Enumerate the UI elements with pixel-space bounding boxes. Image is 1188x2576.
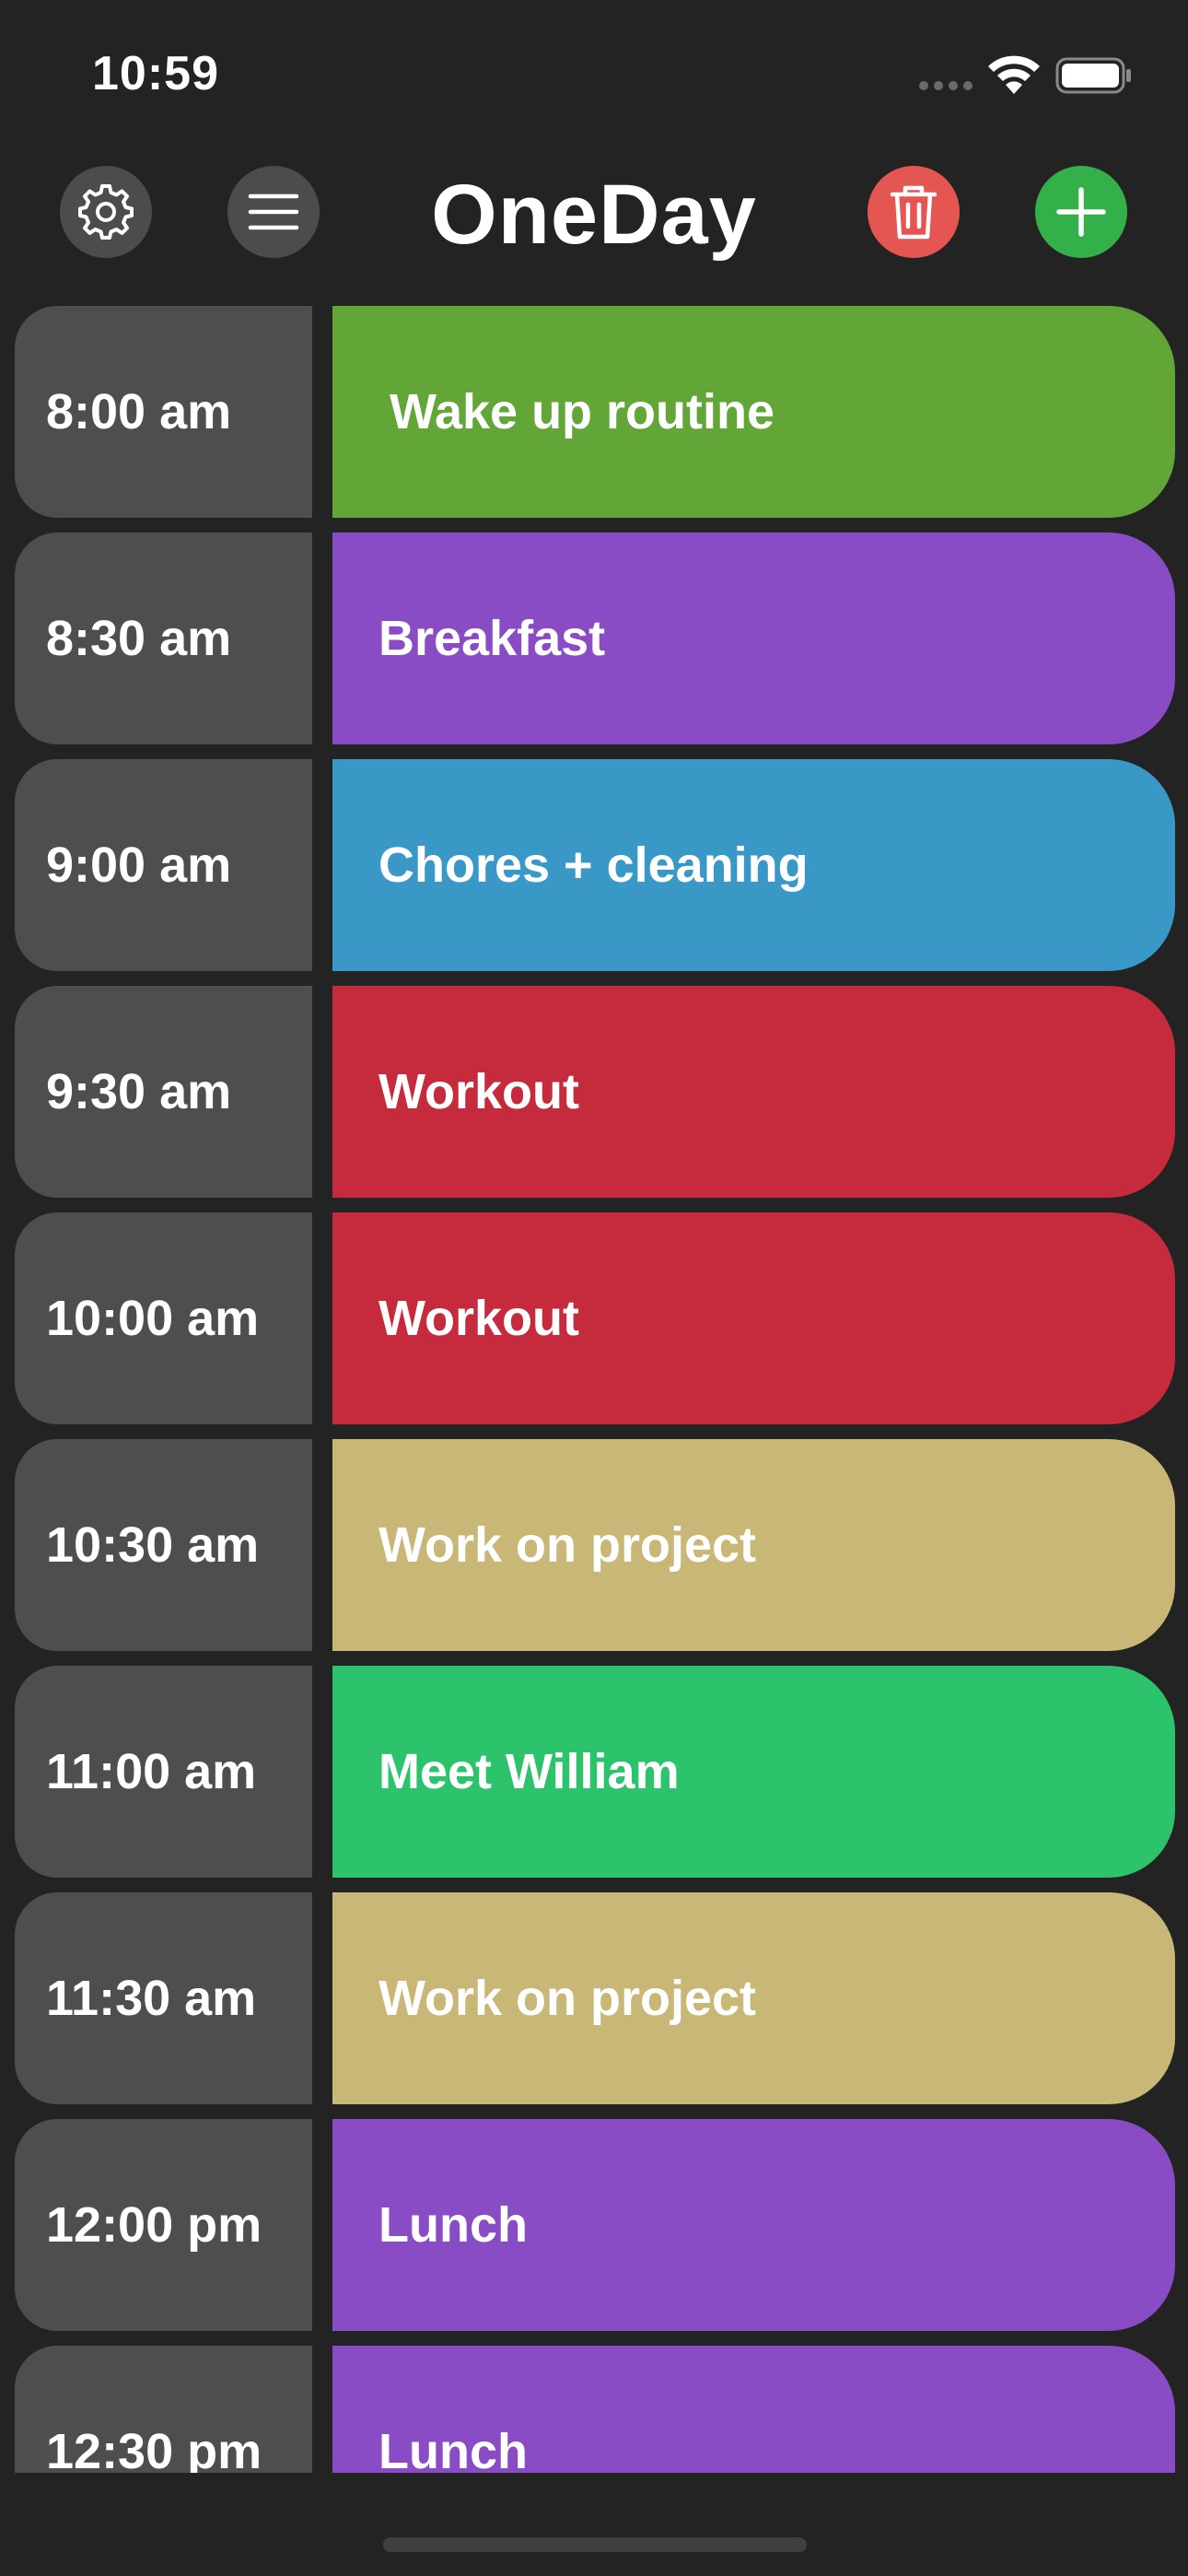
- app-header: OneDay: [0, 161, 1188, 263]
- event-block[interactable]: Workout: [332, 1212, 1175, 1424]
- schedule-row[interactable]: 8:30 am Breakfast: [15, 533, 1175, 744]
- time-slot: 10:30 am: [15, 1439, 312, 1651]
- time-slot: 11:30 am: [15, 1892, 312, 2104]
- time-slot: 8:00 am: [15, 306, 312, 518]
- hamburger-menu-icon: [248, 193, 299, 230]
- event-block[interactable]: Chores + cleaning: [332, 759, 1175, 971]
- schedule-row[interactable]: 11:00 am Meet William: [15, 1666, 1175, 1878]
- settings-button[interactable]: [60, 166, 152, 258]
- wifi-icon: [988, 55, 1040, 94]
- add-button[interactable]: [1035, 166, 1127, 258]
- schedule-row[interactable]: 11:30 am Work on project: [15, 1892, 1175, 2104]
- delete-button[interactable]: [868, 166, 960, 258]
- event-block[interactable]: Meet William: [332, 1666, 1175, 1878]
- app-title: OneDay: [431, 168, 757, 262]
- status-time: 10:59: [92, 47, 219, 100]
- time-slot: 12:30 pm: [15, 2346, 312, 2473]
- cellular-signal-icon: [919, 81, 973, 90]
- event-block[interactable]: Lunch: [332, 2119, 1175, 2331]
- schedule-row[interactable]: 10:30 am Work on project: [15, 1439, 1175, 1651]
- schedule-list[interactable]: 8:00 am Wake up routine 8:30 am Breakfast 9:…: [0, 306, 1188, 2473]
- gear-icon: [78, 184, 134, 240]
- schedule-row[interactable]: 9:00 am Chores + cleaning: [15, 759, 1175, 971]
- schedule-row[interactable]: 8:00 am Wake up routine: [15, 306, 1175, 518]
- time-slot: 11:00 am: [15, 1666, 312, 1878]
- event-block[interactable]: Work on project: [332, 1892, 1175, 2104]
- home-indicator[interactable]: [383, 2537, 807, 2552]
- time-slot: 10:00 am: [15, 1212, 312, 1424]
- schedule-row[interactable]: 9:30 am Workout: [15, 986, 1175, 1198]
- event-block[interactable]: Workout: [332, 986, 1175, 1198]
- time-slot: 8:30 am: [15, 533, 312, 744]
- schedule-row[interactable]: 12:30 pm Lunch: [15, 2346, 1175, 2473]
- time-slot: 9:30 am: [15, 986, 312, 1198]
- time-slot: 12:00 pm: [15, 2119, 312, 2331]
- event-block[interactable]: Lunch: [332, 2346, 1175, 2473]
- schedule-row[interactable]: 12:00 pm Lunch: [15, 2119, 1175, 2331]
- event-block[interactable]: Work on project: [332, 1439, 1175, 1651]
- plus-icon: [1056, 187, 1106, 237]
- status-bar: 10:59: [0, 0, 1188, 138]
- time-slot: 9:00 am: [15, 759, 312, 971]
- menu-button[interactable]: [227, 166, 320, 258]
- trash-icon: [890, 185, 938, 240]
- battery-icon: [1055, 57, 1131, 94]
- event-block[interactable]: Wake up routine: [332, 306, 1175, 518]
- event-block[interactable]: Breakfast: [332, 533, 1175, 744]
- schedule-row[interactable]: 10:00 am Workout: [15, 1212, 1175, 1424]
